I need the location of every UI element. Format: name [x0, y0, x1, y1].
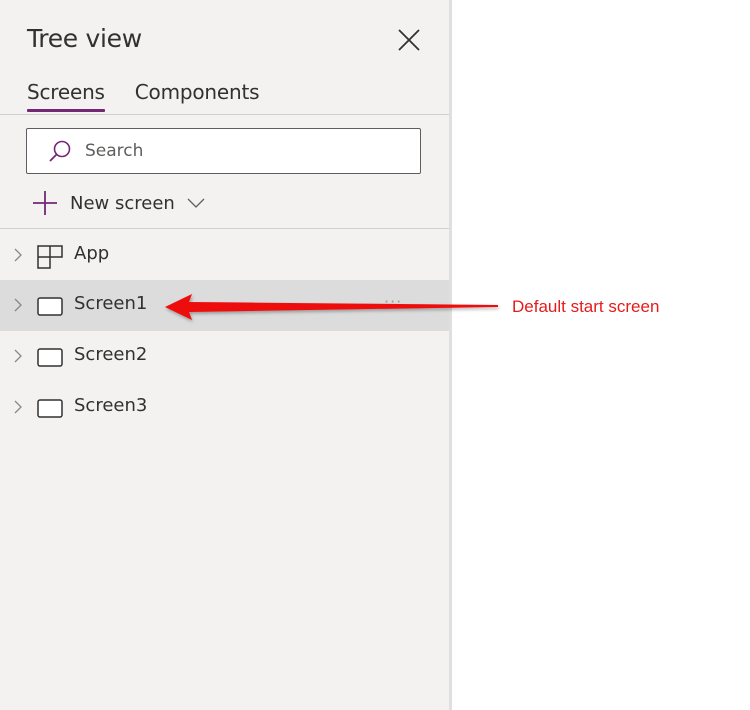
tabs-divider — [0, 114, 449, 115]
tree-item-app[interactable]: App — [0, 230, 449, 281]
tree-item-screen3[interactable]: Screen3 — [0, 382, 449, 433]
plus-icon — [33, 191, 57, 215]
tree-item-label: App — [74, 243, 110, 264]
toolbar-divider — [0, 228, 449, 229]
panel-title: Tree view — [27, 24, 142, 53]
screen-icon — [37, 348, 63, 367]
search-box[interactable] — [26, 128, 421, 174]
tree-item-screen1[interactable]: Screen1 ··· — [0, 280, 449, 331]
tree-item-label: Screen1 — [74, 293, 148, 314]
chevron-right-icon[interactable] — [13, 399, 23, 415]
tree-item-screen2[interactable]: Screen2 — [0, 331, 449, 382]
chevron-right-icon[interactable] — [13, 297, 23, 313]
more-options-icon[interactable]: ··· — [384, 292, 402, 311]
new-screen-button[interactable]: New screen — [32, 188, 205, 218]
tab-list: Screens Components — [27, 80, 260, 112]
app-grid-icon — [37, 245, 63, 269]
new-screen-label: New screen — [70, 192, 175, 214]
chevron-down-icon[interactable] — [187, 197, 205, 209]
tree-view-panel: Tree view Screens Components New screen — [0, 0, 452, 710]
chevron-right-icon[interactable] — [13, 348, 23, 364]
close-icon — [398, 29, 420, 51]
screen-icon — [37, 297, 63, 316]
tree-item-label: Screen2 — [74, 344, 148, 365]
screen-icon — [37, 399, 63, 418]
tab-screens[interactable]: Screens — [27, 80, 105, 112]
tree-item-label: Screen3 — [74, 395, 148, 416]
tab-components[interactable]: Components — [135, 80, 260, 112]
search-input[interactable] — [85, 129, 405, 173]
annotation-label: Default start screen — [512, 297, 660, 316]
close-button[interactable] — [396, 27, 422, 53]
chevron-right-icon[interactable] — [13, 247, 23, 263]
search-icon — [49, 140, 71, 162]
